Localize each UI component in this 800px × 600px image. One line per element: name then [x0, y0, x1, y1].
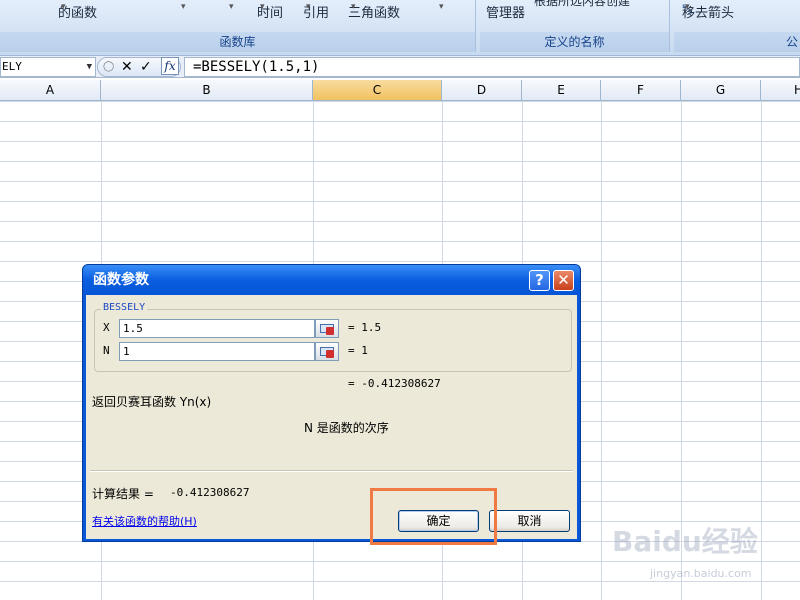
watermark-url: jingyan.baidu.com [650, 567, 752, 580]
column-header-b[interactable]: B [101, 80, 313, 101]
chevron-down-icon[interactable]: ▾ [439, 2, 444, 12]
function-name: BESSELY [101, 302, 148, 313]
arg-result-n: = 1 [348, 344, 368, 357]
dialog-body: BESSELY X 1.5 = 1.5 N 1 = 1 = -0.4123086… [86, 295, 577, 539]
close-icon[interactable]: ✕ [553, 270, 574, 291]
calc-result-label: 计算结果 = [92, 487, 154, 501]
name-box[interactable]: ELY ▼ [0, 57, 96, 77]
arg-input-n[interactable]: 1 [119, 342, 315, 361]
confirm-entry-icon[interactable]: ✓ [140, 58, 152, 76]
insert-function-icon[interactable]: fx [161, 57, 179, 75]
ribbon-item-label: 根据所选内容创建 [534, 0, 631, 8]
chevron-down-icon: ▾ [351, 2, 356, 12]
column-header-a[interactable]: A [0, 80, 101, 101]
function-description: 返回贝赛耳函数 Yn(x) [92, 395, 212, 409]
help-icon[interactable]: ? [529, 270, 550, 291]
column-header-c[interactable]: C [313, 80, 442, 101]
watermark-logo: Baidu经验 [612, 525, 758, 558]
highlight-box [370, 488, 497, 545]
name-manager-button[interactable]: 管理器 [486, 2, 525, 21]
column-header-h[interactable]: H [761, 80, 800, 101]
arg-label-n: N [103, 344, 110, 357]
formula-bar: ELY ▼ ◯ ✕ ✓ fx =BESSELY(1.5,1) [0, 56, 800, 78]
divider [90, 470, 573, 472]
ribbon-group-function-library: 的函数 ▾ ▾ ▾ 时间 ▾ 引用 ▾ 三角函数 ▾ ▾ 函数库 [0, 0, 476, 52]
ribbon-group-defined-names: 管理器 ▦ 根据所选内容创建 定义的名称 [480, 0, 670, 52]
cancel-entry-icon[interactable]: ✕ [121, 58, 133, 76]
arguments-group: BESSELY X 1.5 = 1.5 N 1 = 1 [94, 302, 572, 372]
arg-input-x[interactable]: 1.5 [119, 319, 315, 338]
chevron-down-icon: ▾ [260, 2, 265, 12]
ribbon-group-label: 公 [674, 32, 800, 52]
cancel-button[interactable]: 取消 [489, 510, 570, 532]
function-help-link[interactable]: 有关该函数的帮助(H) [92, 513, 197, 529]
arg-result-x: = 1.5 [348, 321, 382, 334]
collapse-dialog-icon[interactable] [315, 342, 339, 361]
column-header-d[interactable]: D [442, 80, 522, 101]
grip-icon: ◯ [103, 61, 115, 72]
arg-label-x: X [103, 321, 110, 334]
chevron-down-icon: ▾ [61, 2, 66, 12]
column-header-g[interactable]: G [681, 80, 761, 101]
chevron-down-icon: ▾ [685, 2, 690, 12]
calc-result-value: -0.412308627 [170, 486, 250, 499]
function-arguments-dialog: 函数参数 ? ✕ BESSELY X 1.5 = 1.5 N 1 = 1 = -… [82, 264, 581, 542]
column-header-f[interactable]: F [601, 80, 681, 101]
formula-result: = -0.412308627 [348, 377, 441, 390]
gridline [601, 101, 602, 600]
collapse-dialog-icon[interactable] [315, 319, 339, 338]
name-box-value: ELY [2, 60, 22, 73]
column-header-e[interactable]: E [522, 80, 601, 101]
ribbon-group-label: 函数库 [0, 32, 475, 52]
chevron-down-icon[interactable]: ▾ [181, 2, 186, 12]
chevron-down-icon: ▾ [306, 2, 311, 12]
chevron-down-icon[interactable]: ▼ [87, 58, 92, 76]
dialog-title[interactable]: 函数参数 [83, 265, 580, 295]
ribbon-group-formula-auditing: ⤡ 移去箭头 ▾ 公 [674, 0, 800, 52]
formula-input[interactable]: =BESSELY(1.5,1) [184, 57, 800, 77]
ribbon-group-label: 定义的名称 [480, 32, 669, 52]
gridline [761, 101, 762, 600]
ribbon: 的函数▾ ▾ ▾ 时间▾ 引用▾ 三角函数▾ ▾ 函数库 管理器 ▦ 根据所选内… [0, 0, 800, 56]
argument-description: N 是函数的次序 [304, 421, 389, 435]
chevron-down-icon[interactable]: ▾ [229, 2, 234, 12]
